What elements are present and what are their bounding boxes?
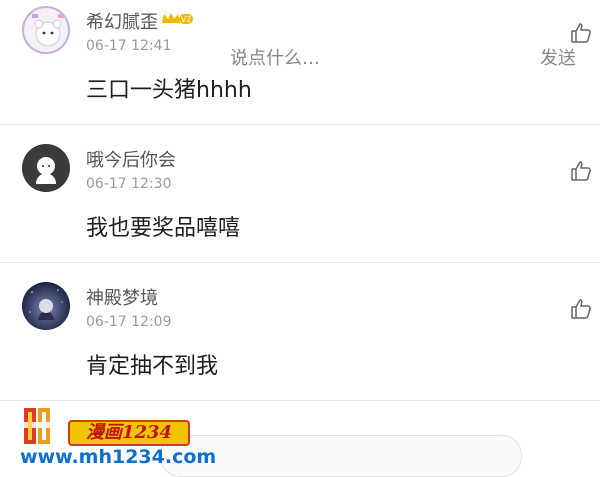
username[interactable]: 哦今后你会	[86, 146, 176, 172]
send-button[interactable]: 发送	[540, 44, 576, 70]
watermark-logo-icon	[14, 404, 68, 450]
svg-text:V2: V2	[181, 15, 192, 24]
comment-text: 三口一头猪hhhh	[86, 78, 252, 103]
divider	[0, 400, 600, 401]
comment-time: 06-17 12:09	[86, 314, 172, 330]
like-icon[interactable]	[570, 22, 592, 44]
vip-badge-icon: V2	[160, 10, 194, 26]
default-avatar-icon	[22, 144, 70, 192]
comment-time: 06-17 12:30	[86, 176, 172, 192]
like-icon[interactable]	[570, 298, 592, 320]
username[interactable]: 神殿梦境	[86, 284, 158, 310]
comment-text: 我也要奖品嘻嘻	[86, 216, 241, 241]
avatar[interactable]	[22, 6, 70, 54]
avatar[interactable]	[22, 282, 70, 330]
night-sky-avatar-icon	[22, 282, 70, 330]
divider	[0, 124, 600, 125]
comment-input-placeholder: 说点什么…	[230, 48, 320, 69]
username[interactable]: 希幻腻歪 V2	[86, 8, 194, 34]
divider	[0, 262, 600, 263]
like-icon[interactable]	[570, 160, 592, 182]
avatar[interactable]	[22, 144, 70, 192]
bear-avatar-icon	[26, 10, 68, 52]
comment-text: 肯定抽不到我	[86, 354, 219, 379]
comment-time: 06-17 12:41	[86, 38, 172, 54]
watermark-url: www.mh1234.com	[20, 446, 217, 468]
watermark-badge: 漫画1234	[68, 420, 190, 446]
